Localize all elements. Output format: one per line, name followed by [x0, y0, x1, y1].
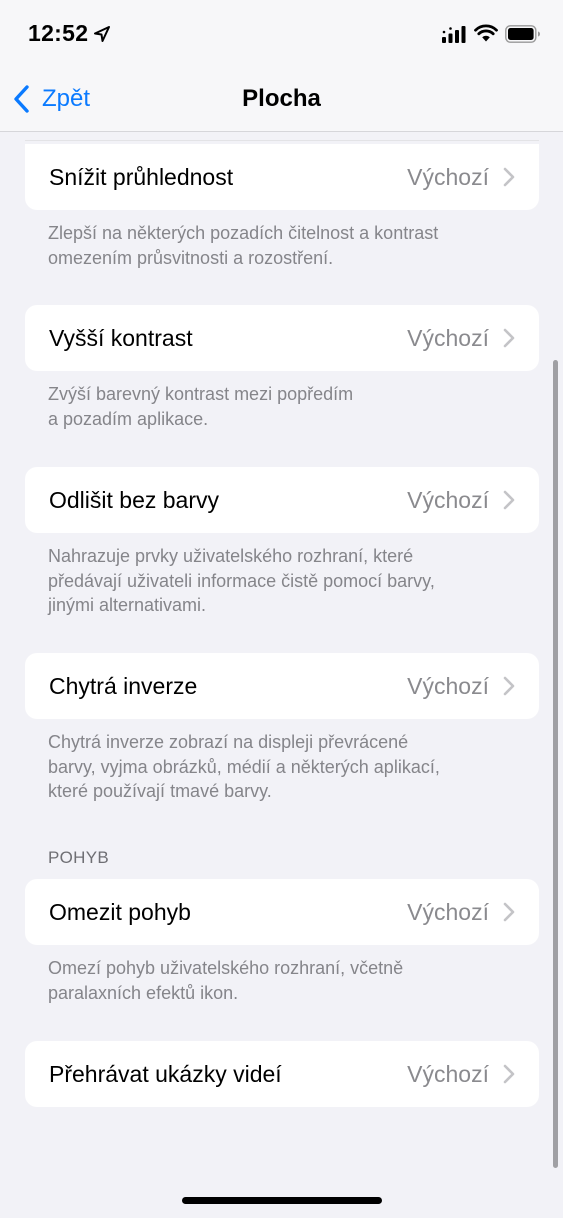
- footer-line: Chytrá inverze zobrazí na displeji převr…: [48, 732, 409, 752]
- row-label: Chytrá inverze: [49, 672, 198, 699]
- footer-line: paralaxních efektů ikon.: [48, 982, 239, 1003]
- footer-line: předávají uživateli informace čistě pomo…: [48, 570, 435, 591]
- navigation-bar: Zpět Plocha: [0, 66, 563, 132]
- increase-contrast-row[interactable]: Vyšší kontrast Výchozí: [25, 305, 539, 371]
- battery-icon: [505, 25, 540, 43]
- row-value: Výchozí: [407, 898, 489, 925]
- smart-invert-footer: Chytrá inverze zobrazí na displeji převr…: [48, 730, 518, 804]
- row-label: Omezit pohyb: [49, 898, 191, 925]
- footer-line: Zvýší barevný kontrast mezi popředím: [48, 384, 354, 404]
- wifi-icon: [474, 24, 498, 42]
- reduce-transparency-footer: Zlepší na některých pozadích čitelnost a…: [48, 221, 518, 270]
- differentiate-without-color-row[interactable]: Odlišit bez barvy Výchozí: [25, 467, 539, 533]
- reduce-motion-row[interactable]: Omezit pohyb Výchozí: [25, 879, 539, 945]
- status-bar: 12:52: [0, 0, 563, 66]
- scrollbar[interactable]: [553, 360, 558, 1168]
- footer-line: Zlepší na některých pozadích čitelnost a…: [48, 223, 439, 243]
- page-title: Plocha: [242, 85, 321, 112]
- row-label: Přehrávat ukázky videí: [49, 1060, 282, 1087]
- row-value: Výchozí: [407, 486, 489, 513]
- row-label: Snížit průhlednost: [49, 163, 234, 190]
- footer-line: barvy, vyjma obrázků, médií a některých …: [48, 756, 440, 777]
- location-arrow-icon: [94, 26, 110, 42]
- row-value: Výchozí: [407, 1060, 489, 1087]
- chevron-right-icon: [503, 328, 515, 348]
- footer-line: a pozadím aplikace.: [48, 408, 209, 429]
- increase-contrast-footer: Zvýší barevný kontrast mezi popředím a p…: [48, 382, 518, 431]
- auto-play-video-previews-row[interactable]: Přehrávat ukázky videí Výchozí: [25, 1041, 539, 1107]
- footer-line: které používají tmavé barvy.: [48, 781, 272, 801]
- chevron-right-icon: [503, 676, 515, 696]
- chevron-right-icon: [503, 1064, 515, 1084]
- differentiate-without-color-footer: Nahrazuje prvky uživatelského rozhraní, …: [48, 544, 518, 618]
- chevron-right-icon: [503, 490, 515, 510]
- smart-invert-row[interactable]: Chytrá inverze Výchozí: [25, 653, 539, 719]
- row-label: Vyšší kontrast: [49, 324, 193, 351]
- footer-line: Omezí pohyb uživatelského rozhraní, včet…: [48, 958, 404, 978]
- reduce-transparency-row[interactable]: Snížit průhlednost Výchozí: [25, 144, 539, 210]
- cellular-signal-icon: [442, 26, 466, 43]
- row-value: Výchozí: [407, 163, 489, 190]
- row-value: Výchozí: [407, 672, 489, 699]
- chevron-right-icon: [503, 167, 515, 187]
- footer-line: jinými alternativami.: [48, 595, 207, 615]
- footer-line: Nahrazuje prvky uživatelského rozhraní, …: [48, 546, 414, 566]
- home-indicator[interactable]: [182, 1197, 382, 1204]
- footer-line: omezením průsvitnosti a rozostření.: [48, 247, 334, 268]
- motion-section-header: POHYB: [48, 848, 110, 867]
- status-time: 12:52: [28, 20, 89, 46]
- reduce-motion-footer: Omezí pohyb uživatelského rozhraní, včet…: [48, 956, 518, 1005]
- divider: [25, 140, 539, 141]
- row-label: Odlišit bez barvy: [49, 486, 220, 513]
- chevron-right-icon: [503, 902, 515, 922]
- row-value: Výchozí: [407, 324, 489, 351]
